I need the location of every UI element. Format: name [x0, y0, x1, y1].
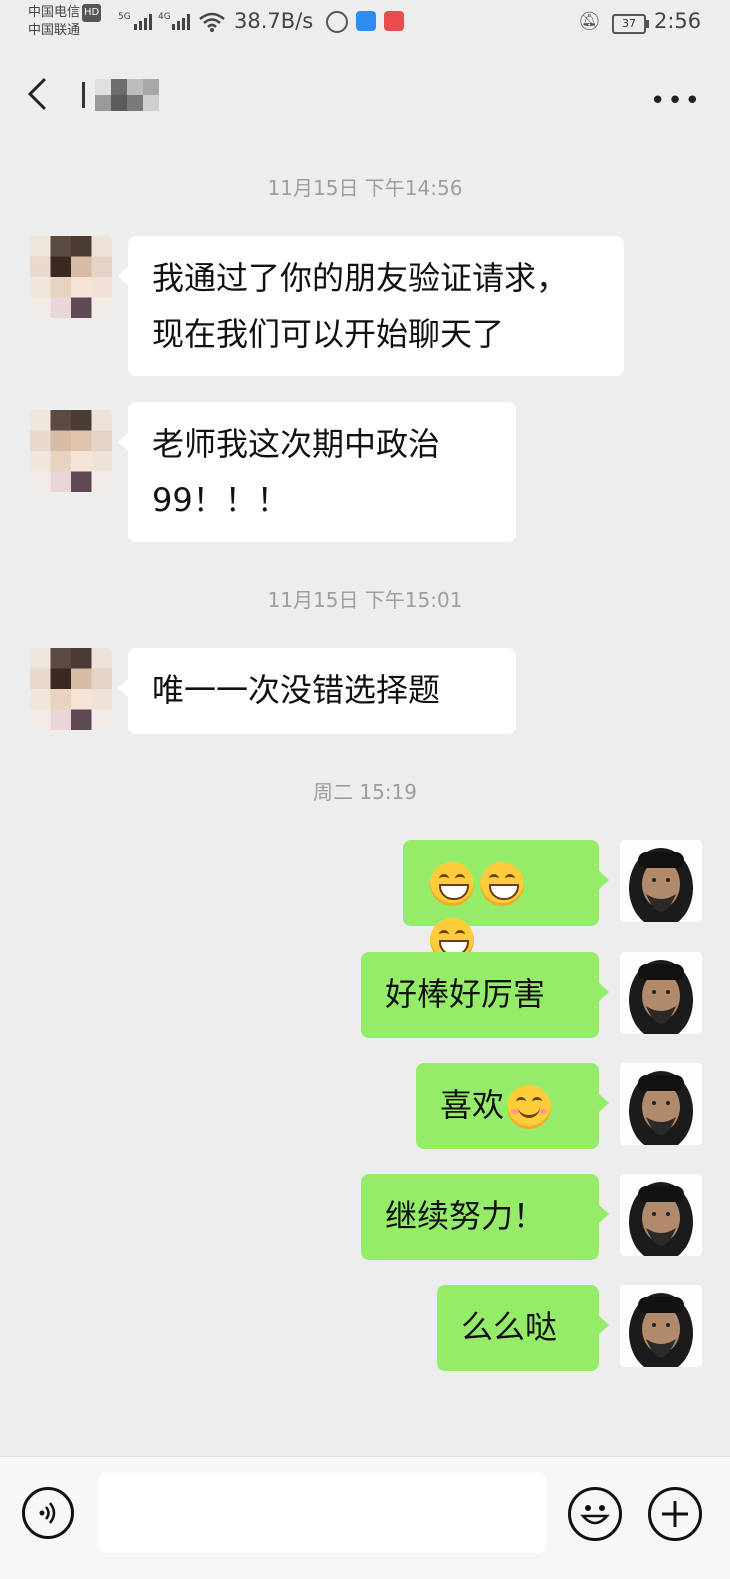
my-avatar[interactable]	[620, 952, 702, 1034]
message-text: 么么哒	[461, 1308, 558, 1346]
grin-emoji-icon	[480, 862, 524, 906]
timestamp: 11月15日 下午15:01	[267, 588, 463, 612]
signal-4g-label: 4G	[158, 12, 171, 22]
my-avatar[interactable]	[620, 840, 702, 922]
bell-off-icon: 🔕︎	[578, 11, 601, 32]
contact-name	[82, 78, 159, 112]
battery-level: 37	[622, 17, 636, 30]
status-bar: 中国电信 HD 中国联通 5G 4G 38.7B/s 🔕︎ 37 2:56	[0, 0, 730, 48]
plus-icon	[662, 1501, 688, 1527]
app-notify-icon	[326, 11, 348, 33]
outgoing-message-bubble[interactable]: 好棒好厉害	[361, 952, 609, 1038]
smile-emoji-icon	[507, 1085, 552, 1129]
my-avatar[interactable]	[620, 1063, 702, 1145]
outgoing-message-bubble[interactable]	[403, 840, 609, 962]
message-line: 老师我这次期中政治	[152, 425, 441, 463]
clock: 2:56	[654, 9, 702, 33]
my-avatar[interactable]	[620, 1174, 702, 1256]
hd-badge: HD	[82, 4, 102, 22]
contact-name-mosaic	[95, 79, 159, 111]
input-bar	[0, 1456, 730, 1579]
timestamp: 周二 15:19	[313, 780, 417, 804]
wifi-icon	[199, 12, 225, 32]
app-arrow-icon	[356, 11, 376, 31]
emoji-face-icon	[580, 1505, 610, 1525]
voice-input-button[interactable]	[22, 1487, 74, 1539]
more-actions-button[interactable]	[648, 1487, 702, 1541]
signal-5g-label: 5G	[118, 12, 131, 22]
huawei-icon	[384, 11, 404, 31]
message-line: 现在我们可以开始聊天了	[152, 315, 505, 353]
contact-avatar[interactable]	[30, 648, 112, 730]
message-text: 好棒好厉害	[385, 975, 546, 1013]
grin-emoji-icon	[430, 862, 474, 906]
message-input[interactable]	[98, 1473, 546, 1553]
chat-header: •••	[0, 48, 730, 138]
message-line: 唯一一次没错选择题	[152, 671, 441, 709]
outgoing-message-bubble[interactable]: 么么哒	[437, 1285, 609, 1371]
battery-icon: 37	[612, 14, 649, 34]
outgoing-message-bubble[interactable]: 继续努力！	[361, 1174, 609, 1260]
net-speed: 38.7B/s	[234, 9, 314, 33]
incoming-message-bubble[interactable]: 唯一一次没错选择题	[118, 648, 516, 734]
message-text: 喜欢	[440, 1086, 505, 1124]
voice-icon	[39, 1502, 56, 1524]
timestamp: 11月15日 下午14:56	[267, 176, 463, 200]
message-line: 99！！！	[152, 481, 289, 519]
emoji-button[interactable]	[568, 1487, 622, 1541]
message-text: 继续努力！	[385, 1197, 546, 1235]
carrier-1: 中国电信	[28, 5, 81, 20]
carrier-2: 中国联通	[28, 23, 81, 38]
incoming-message-bubble[interactable]: 我通过了你的朋友验证请求， 现在我们可以开始聊天了	[118, 236, 624, 376]
back-icon[interactable]	[26, 78, 48, 110]
signal-bars-icon	[172, 14, 190, 30]
contact-avatar[interactable]	[30, 236, 112, 318]
carrier-info: 中国电信 HD 中国联通	[28, 4, 102, 40]
outgoing-message-bubble[interactable]: 喜欢	[416, 1063, 609, 1149]
my-avatar[interactable]	[620, 1285, 702, 1367]
more-icon[interactable]: •••	[650, 86, 702, 116]
message-line: 我通过了你的朋友验证请求，	[152, 259, 569, 297]
contact-avatar[interactable]	[30, 410, 112, 492]
incoming-message-bubble[interactable]: 老师我这次期中政治 99！！！	[118, 402, 516, 542]
contact-name-initial	[82, 82, 85, 108]
signal-bars-icon	[134, 14, 152, 30]
